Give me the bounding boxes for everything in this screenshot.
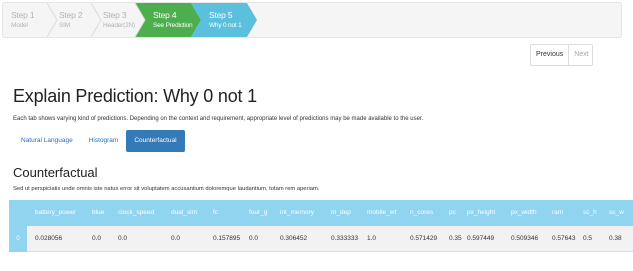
col-sc-h: sc_h xyxy=(583,209,597,216)
cell-ram: 0.57643 xyxy=(552,235,576,242)
col-fc: fc xyxy=(213,209,219,216)
step-1-sub: Model xyxy=(11,22,28,29)
col-px-height: px_height xyxy=(467,209,496,216)
cell-blue: 0.0 xyxy=(92,235,102,242)
col-dual-sim: dual_sim xyxy=(171,209,198,216)
step-2-divider xyxy=(90,3,102,37)
next-button[interactable]: Next xyxy=(569,44,594,66)
cell-dual-sim: 0.0 xyxy=(171,235,181,242)
step-5-sub: Why 0 not 1 xyxy=(209,22,242,29)
col-px-width: px_width xyxy=(511,209,537,216)
cell-sc-w: 0.38 xyxy=(609,235,622,242)
page-description: Each tab shows varying kind of predictio… xyxy=(13,116,424,122)
step-4-title: Step 4 xyxy=(153,10,177,20)
previous-button[interactable]: Previous xyxy=(530,44,570,66)
tab-histogram[interactable]: Histogram xyxy=(81,130,127,152)
cell-px-width: 0.509346 xyxy=(511,235,539,242)
step-1-title: Step 1 xyxy=(11,10,35,20)
step-3-sub: Header(2N) xyxy=(103,22,135,29)
col-sc-w: sc_w xyxy=(609,209,624,216)
col-clock-speed: clock_speed xyxy=(118,209,155,216)
cell-four-g: 0.0 xyxy=(249,235,259,242)
cell-clock-speed: 0.0 xyxy=(118,235,128,242)
section-title: Counterfactual xyxy=(13,165,98,180)
tab-natural-language[interactable]: Natural Language xyxy=(13,130,81,152)
row-index: 0 xyxy=(16,235,20,242)
counterfactual-table: battery_power blue clock_speed dual_sim … xyxy=(9,200,633,255)
cell-mobile-wt: 1.0 xyxy=(367,235,377,242)
col-pc: pc xyxy=(449,209,456,216)
wizard-chevrons xyxy=(46,3,257,37)
cell-m-dep: 0.333333 xyxy=(331,235,359,242)
col-battery-power: battery_power xyxy=(35,209,77,216)
cell-sc-h: 0.5 xyxy=(583,235,593,242)
step-5[interactable]: Step 5 Why 0 not 1 xyxy=(209,3,242,37)
step-1-divider xyxy=(46,3,58,37)
col-blue: blue xyxy=(92,209,105,216)
col-n-cores: n_cores xyxy=(410,209,434,216)
table-header: battery_power blue clock_speed dual_sim … xyxy=(9,200,633,226)
step-3-title: Step 3 xyxy=(103,10,127,20)
step-4-sub: See Prediction xyxy=(153,22,193,29)
cell-battery-power: 0.028056 xyxy=(35,235,63,242)
col-four-g: four_g xyxy=(249,209,268,216)
step-4[interactable]: Step 4 See Prediction xyxy=(153,3,193,37)
col-ram: ram xyxy=(552,209,564,216)
col-int-memory: int_memory xyxy=(280,209,314,216)
wizard-steps: Step 1 Model Step 2 SIM Step 3 Header(2N… xyxy=(2,2,622,38)
step-2[interactable]: Step 2 SIM xyxy=(59,3,83,37)
step-2-title: Step 2 xyxy=(59,10,83,20)
step-5-title: Step 5 xyxy=(209,10,233,20)
cell-fc: 0.157895 xyxy=(213,235,241,242)
step-3[interactable]: Step 3 Header(2N) xyxy=(103,3,135,37)
page-title: Explain Prediction: Why 0 not 1 xyxy=(13,86,257,106)
col-mobile-wt: mobile_wt xyxy=(367,209,397,216)
cell-px-height: 0.597449 xyxy=(467,235,495,242)
cell-pc: 0.35 xyxy=(449,235,462,242)
row-index-cell: 0 xyxy=(9,226,27,252)
explanation-tabs: Natural Language Histogram Counterfactua… xyxy=(13,130,185,152)
step-2-sub: SIM xyxy=(59,22,70,29)
cell-int-memory: 0.306452 xyxy=(280,235,308,242)
tab-counterfactual[interactable]: Counterfactual xyxy=(126,130,185,152)
step-1[interactable]: Step 1 Model xyxy=(11,3,35,37)
section-description: Sed ut perspiciatis unde omnis iste natu… xyxy=(13,186,320,192)
pager: Previous Next xyxy=(530,44,594,66)
table-row: 0 0.028056 0.0 0.0 0.0 0.157895 0.0 0.30… xyxy=(9,226,633,252)
col-m-dep: m_dep xyxy=(331,209,351,216)
cell-n-cores: 0.571429 xyxy=(410,235,438,242)
